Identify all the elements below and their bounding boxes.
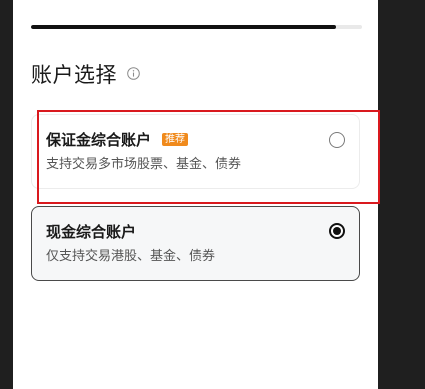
- account-option-title: 现金综合账户: [46, 223, 137, 241]
- step-progress-bar: [31, 25, 362, 29]
- page-title: 账户选择: [31, 63, 117, 87]
- radio-button-unchecked[interactable]: [329, 132, 345, 148]
- radio-checked-dot: [333, 227, 341, 235]
- account-option-margin[interactable]: 保证金综合账户 推荐 支持交易多市场股票、基金、债券: [31, 114, 360, 189]
- recommended-badge: 推荐: [162, 133, 188, 146]
- info-circle-icon[interactable]: [127, 67, 140, 80]
- account-option-title: 保证金综合账户: [46, 131, 152, 149]
- left-background-strip: [0, 0, 13, 389]
- account-option-description: 支持交易多市场股票、基金、债券: [46, 157, 242, 172]
- step-progress-fill: [31, 25, 336, 29]
- radio-button-checked[interactable]: [329, 223, 345, 239]
- account-selection-panel: [13, 0, 378, 389]
- account-option-description: 仅支持交易港股、基金、债券: [46, 249, 216, 264]
- right-background-strip: [378, 0, 425, 389]
- account-option-cash[interactable]: 现金综合账户 仅支持交易港股、基金、债券: [31, 206, 360, 281]
